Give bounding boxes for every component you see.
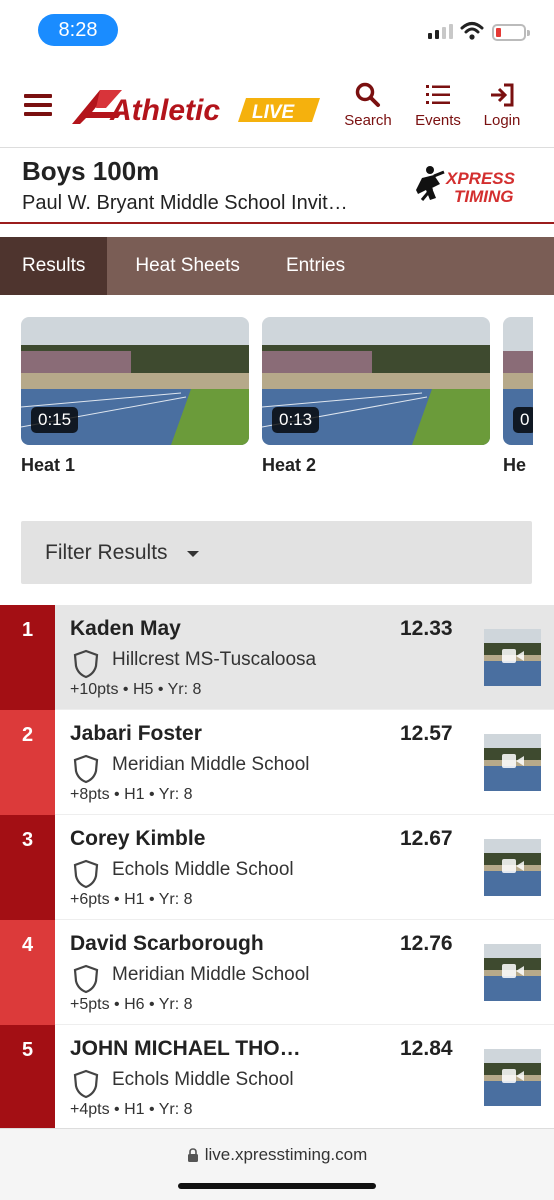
video-thumbnail[interactable]: 0:13 (262, 317, 490, 445)
result-meta: +10pts • H5 • Yr: 8 (70, 681, 202, 698)
meet-title[interactable]: Paul W. Bryant Middle School Invit… (22, 192, 348, 215)
athleticlive-logo[interactable]: Athletic LIVE (70, 86, 322, 126)
school-name[interactable]: Echols Middle School (112, 1069, 294, 1091)
place-badge: 5 (0, 1025, 55, 1130)
athlete-name[interactable]: Corey Kimble (70, 827, 205, 851)
result-meta: +8pts • H1 • Yr: 8 (70, 786, 193, 803)
result-row[interactable]: 5 JOHN MICHAEL THO… Echols Middle School… (0, 1025, 554, 1130)
place-badge: 1 (0, 605, 55, 710)
school-name[interactable]: Meridian Middle School (112, 754, 310, 776)
video-duration: 0:13 (272, 407, 320, 433)
video-duration: 0 (513, 407, 533, 433)
video-camera-icon[interactable] (484, 839, 541, 896)
shield-icon (73, 1069, 99, 1099)
logo-live-text: LIVE (252, 102, 296, 123)
timing-text: TIMING (454, 187, 514, 206)
video-camera-icon[interactable] (484, 1049, 541, 1106)
video-thumbnail[interactable]: 0:15 (21, 317, 249, 445)
filter-results-dropdown[interactable]: Filter Results (21, 521, 532, 584)
result-row[interactable]: 1 Kaden May Hillcrest MS-Tuscaloosa +10p… (0, 605, 554, 710)
school-name[interactable]: Meridian Middle School (112, 964, 310, 986)
video-label: Heat 2 (262, 455, 317, 475)
lock-icon (187, 1148, 198, 1162)
events-label: Events (415, 112, 461, 129)
status-bar: 8:28 (0, 0, 554, 62)
results-list: 1 Kaden May Hillcrest MS-Tuscaloosa +10p… (0, 605, 554, 1130)
video-card[interactable]: 0:13 Heat 2 (262, 317, 490, 476)
search-label: Search (344, 112, 392, 129)
xpress-text: XPRESS (445, 169, 516, 188)
list-icon (426, 85, 450, 104)
tab-bar: Results Heat Sheets Entries (0, 237, 554, 295)
result-mark: 12.57 (400, 722, 453, 745)
tab-results[interactable]: Results (0, 237, 108, 295)
logo-text: Athletic (109, 94, 220, 126)
search-button[interactable]: Search (338, 82, 398, 129)
login-button[interactable]: Login (472, 82, 532, 129)
result-mark: 12.76 (400, 932, 453, 955)
video-card[interactable]: 0:15 Heat 1 (21, 317, 249, 476)
events-button[interactable]: Events (408, 82, 468, 129)
shield-icon (73, 649, 99, 679)
athlete-name[interactable]: Jabari Foster (70, 722, 202, 746)
shield-icon (73, 964, 99, 994)
video-label: He (503, 455, 527, 475)
school-name[interactable]: Hillcrest MS-Tuscaloosa (112, 649, 316, 671)
place-badge: 4 (0, 920, 55, 1025)
video-camera-icon[interactable] (484, 629, 541, 686)
video-camera-icon[interactable] (484, 944, 541, 1001)
result-row[interactable]: 3 Corey Kimble Echols Middle School +6pt… (0, 815, 554, 920)
menu-icon[interactable] (24, 94, 52, 116)
result-mark: 12.84 (400, 1037, 453, 1060)
video-thumbnail[interactable]: 0 (503, 317, 533, 445)
url-text: live.xpresstiming.com (204, 1145, 368, 1164)
caret-down-icon (187, 551, 199, 557)
result-row[interactable]: 4 David Scarborough Meridian Middle Scho… (0, 920, 554, 1025)
athlete-name[interactable]: Kaden May (70, 617, 181, 641)
status-time[interactable]: 8:28 (38, 14, 118, 46)
battery-icon (492, 24, 530, 41)
video-camera-icon[interactable] (484, 734, 541, 791)
search-icon (355, 82, 380, 107)
browser-url-bar[interactable]: live.xpresstiming.com (0, 1128, 554, 1200)
app-header: Athletic LIVE Search Events Login (0, 62, 554, 148)
app-screen: 8:28 Athletic LIVE Search Events Login B… (0, 0, 554, 1200)
filter-label: Filter Results (45, 541, 168, 564)
result-row[interactable]: 2 Jabari Foster Meridian Middle School +… (0, 710, 554, 815)
home-indicator[interactable] (178, 1183, 376, 1189)
school-name[interactable]: Echols Middle School (112, 859, 294, 881)
result-mark: 12.67 (400, 827, 453, 850)
result-meta: +6pts • H1 • Yr: 8 (70, 891, 193, 908)
result-meta: +5pts • H6 • Yr: 8 (70, 996, 193, 1013)
video-duration: 0:15 (31, 407, 79, 433)
login-icon (491, 83, 514, 107)
result-mark: 12.33 (400, 617, 453, 640)
video-carousel[interactable]: 0:15 Heat 1 0:13 Heat 2 0 He (0, 317, 554, 487)
video-card[interactable]: 0 He (503, 317, 533, 476)
tab-entries[interactable]: Entries (264, 237, 367, 295)
tab-heat-sheets[interactable]: Heat Sheets (107, 237, 264, 295)
wifi-icon (460, 22, 484, 40)
place-badge: 3 (0, 815, 55, 920)
shield-icon (73, 859, 99, 889)
athlete-name[interactable]: JOHN MICHAEL THO… (70, 1037, 301, 1061)
login-label: Login (483, 112, 521, 129)
event-header: Boys 100m Paul W. Bryant Middle School I… (0, 148, 554, 224)
place-badge: 2 (0, 710, 55, 815)
athlete-name[interactable]: David Scarborough (70, 932, 264, 956)
xpress-timing-logo[interactable]: XPRESS TIMING (414, 164, 532, 208)
shield-icon (73, 754, 99, 784)
event-title: Boys 100m (22, 156, 160, 186)
result-meta: +4pts • H1 • Yr: 8 (70, 1101, 193, 1118)
video-label: Heat 1 (21, 455, 76, 475)
url-display[interactable]: live.xpresstiming.com (0, 1145, 554, 1165)
cellular-signal-icon (428, 24, 453, 39)
